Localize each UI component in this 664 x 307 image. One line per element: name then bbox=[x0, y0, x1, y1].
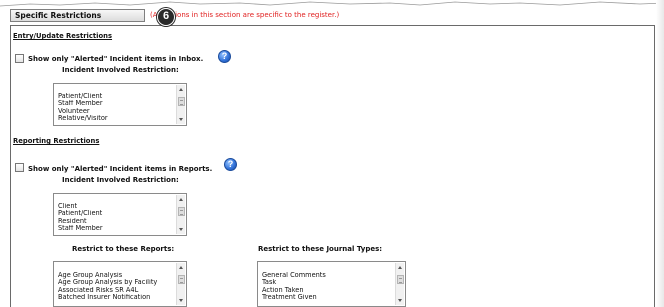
list-item[interactable]: Patient/Client bbox=[58, 93, 174, 101]
list-item[interactable]: Treatment Given bbox=[262, 294, 393, 302]
list-item[interactable]: Staff Member bbox=[58, 100, 174, 108]
listbox-scrollbar[interactable] bbox=[176, 263, 185, 305]
listbox-scrollbar[interactable] bbox=[176, 85, 185, 124]
scroll-down-icon[interactable] bbox=[398, 299, 402, 302]
scroll-thumb[interactable] bbox=[178, 207, 185, 216]
reports-alerted-checkbox[interactable] bbox=[15, 163, 24, 172]
listbox-scrollbar[interactable] bbox=[395, 263, 404, 305]
callout-badge: 6 bbox=[157, 8, 175, 26]
list-item[interactable]: Patient/Client bbox=[58, 210, 174, 218]
section-note: (All options in this section are specifi… bbox=[150, 11, 340, 19]
reports-restriction-label: Incident Involved Restriction: bbox=[62, 176, 179, 184]
reports-alerted-label: Show only "Alerted" Incident items in Re… bbox=[28, 165, 213, 173]
list-item[interactable]: Task bbox=[262, 279, 393, 287]
list-item[interactable]: Volunteer bbox=[58, 108, 174, 116]
listbox-scrollbar[interactable] bbox=[176, 195, 185, 234]
scroll-down-icon[interactable] bbox=[179, 299, 183, 302]
list-item[interactable]: General Comments bbox=[262, 272, 393, 280]
scroll-up-icon[interactable] bbox=[179, 88, 183, 91]
list-item[interactable]: Age Group Analysis bbox=[58, 272, 174, 280]
reports-incident-listbox[interactable]: Client Patient/Client Resident Staff Mem… bbox=[53, 193, 187, 236]
inbox-alerted-label: Show only "Alerted" Incident items in In… bbox=[28, 55, 204, 63]
journal-types-listbox[interactable]: General Comments Task Action Taken Treat… bbox=[257, 261, 406, 307]
section-tab-label: Specific Restrictions bbox=[10, 9, 145, 22]
entry-update-title: Entry/Update Restrictions bbox=[13, 32, 113, 40]
inbox-incident-listbox[interactable]: Patient/Client Staff Member Volunteer Re… bbox=[53, 83, 187, 126]
scroll-thumb[interactable] bbox=[397, 275, 404, 284]
help-icon[interactable]: ? bbox=[224, 158, 237, 171]
list-item[interactable]: Resident bbox=[58, 218, 174, 226]
journal-list-label: Restrict to these Journal Types: bbox=[258, 245, 383, 253]
list-item[interactable]: Age Group Analysis by Facility bbox=[58, 279, 174, 287]
reporting-title: Reporting Restrictions bbox=[13, 137, 100, 145]
list-item[interactable]: Staff Member bbox=[58, 225, 174, 233]
inbox-alerted-checkbox[interactable] bbox=[15, 54, 24, 63]
list-item[interactable]: Associated Risks SR A4L bbox=[58, 287, 174, 295]
page-shadow-edge bbox=[656, 0, 664, 307]
scroll-thumb[interactable] bbox=[178, 97, 185, 106]
inbox-restriction-label: Incident Involved Restriction: bbox=[62, 66, 179, 74]
reports-list-label: Restrict to these Reports: bbox=[72, 245, 175, 253]
list-item[interactable]: Relative/Visitor bbox=[58, 115, 174, 123]
reports-listbox[interactable]: Age Group Analysis Age Group Analysis by… bbox=[53, 261, 187, 307]
scroll-up-icon[interactable] bbox=[179, 198, 183, 201]
scroll-down-icon[interactable] bbox=[179, 228, 183, 231]
scroll-up-icon[interactable] bbox=[398, 266, 402, 269]
list-item[interactable]: Batched Insurer Notification bbox=[58, 294, 174, 302]
help-icon[interactable]: ? bbox=[218, 50, 231, 63]
list-item[interactable]: Client bbox=[58, 203, 174, 211]
scroll-up-icon[interactable] bbox=[179, 266, 183, 269]
list-item[interactable]: Action Taken bbox=[262, 287, 393, 295]
scroll-down-icon[interactable] bbox=[179, 118, 183, 121]
scroll-thumb[interactable] bbox=[178, 275, 185, 284]
